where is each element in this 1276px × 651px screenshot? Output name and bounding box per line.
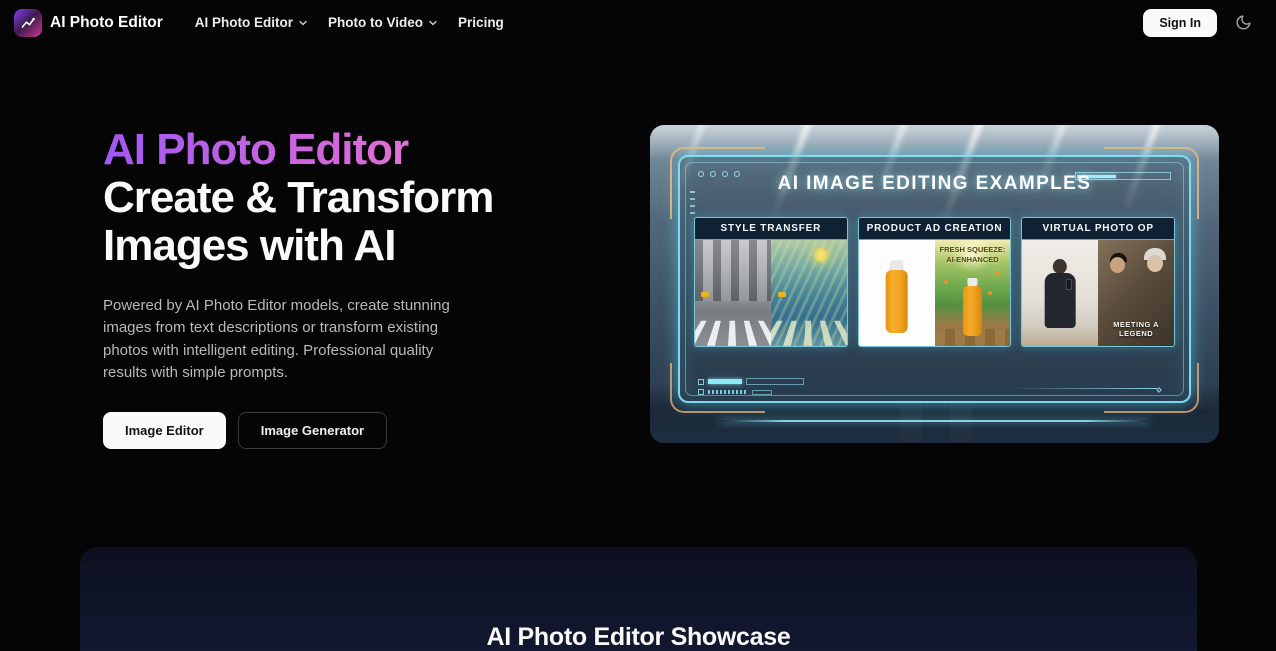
brand-title[interactable]: AI Photo Editor	[50, 14, 163, 32]
hero-title-line3: Images with AI	[103, 222, 583, 270]
hud-bottom-glow-line	[720, 420, 1149, 422]
readout-square	[698, 389, 704, 395]
bottle-cap	[968, 278, 977, 285]
legend-caption: MEETING A LEGEND	[1098, 320, 1174, 338]
moon-icon	[1235, 14, 1252, 31]
navbar: AI Photo Editor AI Photo Editor Photo to…	[0, 0, 1276, 45]
selfie-before-image	[1022, 240, 1098, 346]
person-silhouette	[1045, 259, 1075, 337]
taxi	[778, 292, 786, 297]
product-after-image: FRESH SQUEEZE: AI-ENHANCED	[935, 240, 1011, 346]
card-body	[695, 240, 847, 346]
card-body: MEETING A LEGEND	[1022, 240, 1174, 346]
nav-item-ai-photo-editor[interactable]: AI Photo Editor	[185, 7, 318, 38]
nav-item-pricing[interactable]: Pricing	[448, 7, 514, 38]
card-header: STYLE TRANSFER	[695, 218, 847, 240]
nav-item-label: Photo to Video	[328, 15, 423, 30]
orange-fruit	[988, 291, 992, 295]
hero-buttons: Image Editor Image Generator	[103, 412, 583, 449]
orange-fruit	[944, 280, 948, 284]
card-virtual-photo-op: VIRTUAL PHOTO OP MEETIN	[1021, 217, 1175, 347]
hero-description: Powered by AI Photo Editor models, creat…	[103, 295, 463, 385]
hud-example-cards: STYLE TRANSFER PRO	[694, 217, 1175, 347]
hud-tick	[690, 212, 695, 214]
readout-bar	[708, 379, 742, 384]
ad-overlay-text: FRESH SQUEEZE: AI-ENHANCED	[935, 245, 1011, 265]
nav-item-label: AI Photo Editor	[195, 15, 293, 30]
ad-overlay-line1: FRESH SQUEEZE:	[935, 245, 1011, 255]
image-editor-button[interactable]: Image Editor	[103, 412, 226, 449]
bottle-cap	[891, 260, 903, 270]
navbar-left: AI Photo Editor AI Photo Editor Photo to…	[14, 7, 514, 38]
readout-box	[746, 378, 804, 385]
readout-row	[698, 389, 804, 395]
sparkle-zigzag-icon	[20, 15, 36, 31]
readout-box	[752, 390, 772, 395]
page: AI Photo Editor AI Photo Editor Photo to…	[0, 0, 1276, 651]
nav-item-label: Pricing	[458, 15, 504, 30]
hud-title: AI IMAGE EDITING EXAMPLES	[650, 173, 1219, 195]
card-product-ad-creation: PRODUCT AD CREATION FRESH SQUEEZE: AI-E	[858, 217, 1012, 347]
hud-readout-panel	[698, 378, 804, 395]
theme-toggle-button[interactable]	[1231, 10, 1256, 35]
nav-links: AI Photo Editor Photo to Video Pricing	[185, 7, 514, 38]
hud-right-line	[1007, 388, 1157, 389]
juice-bottle	[885, 270, 908, 334]
person-head	[1053, 259, 1067, 274]
orange-fruit	[996, 272, 1000, 276]
showcase-section: AI Photo Editor Showcase	[80, 547, 1197, 651]
app-logo-icon[interactable]	[14, 9, 42, 37]
hero-title-line2: Create & Transform	[103, 174, 583, 222]
card-body: FRESH SQUEEZE: AI-ENHANCED	[859, 240, 1011, 346]
hero-text-block: AI Photo Editor Create & Transform Image…	[103, 126, 583, 449]
phone	[1066, 279, 1072, 290]
card-header: VIRTUAL PHOTO OP	[1022, 218, 1174, 240]
chevron-down-icon	[428, 18, 438, 28]
chevron-down-icon	[298, 18, 308, 28]
sign-in-button[interactable]: Sign In	[1143, 9, 1217, 37]
selfie-after-image: MEETING A LEGEND	[1098, 240, 1174, 346]
hero-title-gradient-line: AI Photo Editor	[103, 126, 583, 174]
nav-item-photo-to-video[interactable]: Photo to Video	[318, 7, 448, 38]
card-header: PRODUCT AD CREATION	[859, 218, 1011, 240]
hud-tick	[690, 198, 695, 200]
product-before-image	[859, 240, 935, 346]
readout-stripes	[708, 390, 748, 394]
hero-showcase-image: AI IMAGE EDITING EXAMPLES STYLE TRANSFER	[650, 125, 1219, 443]
style-transfer-after-image	[771, 240, 847, 346]
navbar-right: Sign In	[1143, 9, 1262, 37]
hud-tick	[690, 205, 695, 207]
style-transfer-before-image	[695, 240, 771, 346]
hero-title: AI Photo Editor Create & Transform Image…	[103, 126, 583, 270]
painted-sun	[813, 247, 829, 263]
man-face	[1110, 257, 1125, 273]
readout-row	[698, 378, 804, 385]
juice-bottle	[963, 286, 981, 337]
einstein-face	[1147, 255, 1163, 272]
image-generator-button[interactable]: Image Generator	[238, 412, 387, 449]
taxi	[701, 292, 709, 297]
crosswalk	[771, 321, 847, 346]
showcase-title: AI Photo Editor Showcase	[80, 547, 1197, 651]
crosswalk	[695, 321, 771, 346]
readout-square	[698, 379, 704, 385]
ad-overlay-line2: AI-ENHANCED	[935, 255, 1011, 265]
card-style-transfer: STYLE TRANSFER	[694, 217, 848, 347]
